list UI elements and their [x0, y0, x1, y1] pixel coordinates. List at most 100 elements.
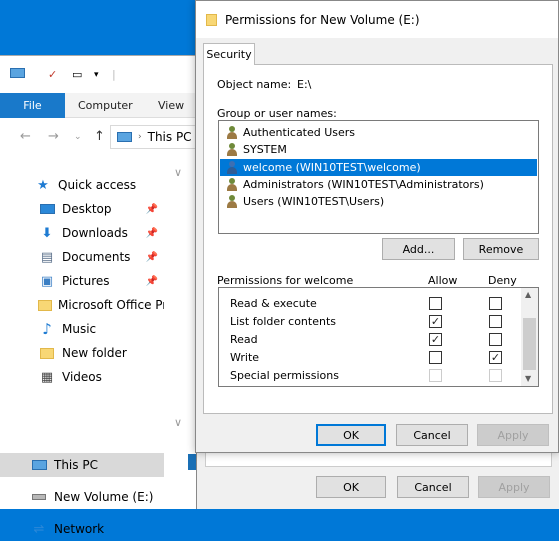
ok-button[interactable]: OK: [316, 424, 386, 446]
permission-row: Read & execute: [219, 295, 519, 313]
group-names-label: Group or user names:: [217, 107, 337, 120]
address-row: ← → ⌄ ↑ › This PC: [0, 118, 200, 154]
up-arrow-icon[interactable]: ↑: [94, 129, 105, 144]
back-ok-button[interactable]: OK: [316, 476, 386, 498]
group-users-icon: [226, 195, 240, 208]
nav-item-pictures[interactable]: ▣ Pictures 📌: [0, 269, 164, 293]
recent-locations-icon[interactable]: ⌄: [74, 132, 82, 142]
deny-column-header: Deny: [488, 274, 517, 287]
nav-item-network[interactable]: ⇌ Network: [0, 517, 164, 541]
breadcrumb-chevron-icon: ›: [138, 132, 142, 142]
permissions-for-label: Permissions for welcome: [217, 274, 354, 287]
pin-icon[interactable]: 📌: [146, 204, 158, 215]
properties-dialog-behind: OK Cancel Apply: [196, 445, 559, 509]
dialog-title: Permissions for New Volume (E:): [225, 12, 420, 27]
group-users-icon: [226, 178, 240, 191]
music-icon: ♪: [42, 320, 52, 338]
pin-icon[interactable]: 📌: [146, 252, 158, 263]
toolbar-separator: |: [112, 68, 116, 81]
download-icon: ⬇: [41, 225, 53, 241]
allow-column-header: Allow: [428, 274, 458, 287]
permission-row: List folder contents ✓: [219, 313, 519, 331]
deny-checkbox-disabled: [489, 369, 502, 382]
nav-item-downloads[interactable]: ⬇ Downloads 📌: [0, 221, 164, 245]
forward-arrow-icon[interactable]: →: [48, 129, 59, 144]
object-name-value: E:\: [297, 78, 312, 91]
pin-icon[interactable]: 📌: [146, 228, 158, 239]
tab-security[interactable]: Security: [203, 43, 255, 65]
permission-row: Read ✓: [219, 331, 519, 349]
address-text: This PC: [147, 130, 192, 144]
group-users-icon: [226, 126, 240, 139]
allow-checkbox-disabled: [429, 369, 442, 382]
pin-icon[interactable]: 📌: [146, 276, 158, 287]
folder-icon: [38, 345, 56, 361]
group-users-icon: [226, 143, 240, 156]
tab-file[interactable]: File: [0, 93, 65, 118]
scroll-up-icon[interactable]: ▲: [525, 290, 531, 299]
back-cancel-button[interactable]: Cancel: [397, 476, 469, 498]
deny-checkbox[interactable]: [489, 297, 502, 310]
scroll-thumb[interactable]: [523, 318, 536, 370]
documents-icon: ▤: [40, 249, 54, 265]
nav-item-quick-access[interactable]: ★ Quick access: [0, 173, 164, 197]
folders-group-chevron-icon[interactable]: ∨: [174, 166, 182, 179]
drive-icon[interactable]: [188, 454, 196, 470]
address-bar[interactable]: › This PC: [110, 125, 200, 149]
dialog-titlebar[interactable]: Permissions for New Volume (E:): [196, 1, 558, 38]
deny-checkbox[interactable]: [489, 333, 502, 346]
nav-item-new-folder[interactable]: New folder: [0, 341, 164, 365]
computer-icon[interactable]: [10, 68, 25, 81]
folder-icon: [38, 297, 52, 313]
nav-item-microsoft-office[interactable]: Microsoft Office Pro: [0, 293, 164, 317]
ribbon: File Computer View: [0, 93, 200, 118]
tab-view[interactable]: View: [158, 99, 184, 112]
permissions-scrollbar[interactable]: ▲ ▼: [521, 288, 538, 386]
quick-access-toolbar: ✓ ▭ ▾ |: [8, 56, 200, 93]
nav-item-videos[interactable]: ▦ Videos: [0, 365, 164, 389]
file-explorer-window: ✓ ▭ ▾ | File Computer View ← → ⌄ ↑ › Thi…: [0, 55, 200, 537]
devices-group-chevron-icon[interactable]: ∨: [174, 416, 182, 429]
cancel-button[interactable]: Cancel: [396, 424, 468, 446]
list-item[interactable]: Authenticated Users: [220, 124, 537, 141]
permission-row: Write ✓: [230, 351, 502, 364]
nav-item-documents[interactable]: ▤ Documents 📌: [0, 245, 164, 269]
permission-row: Special permissions: [219, 367, 519, 385]
desktop-icon: [38, 201, 56, 217]
new-folder-icon[interactable]: ▭: [72, 68, 82, 81]
pictures-icon: ▣: [40, 273, 54, 289]
list-item[interactable]: Users (WIN10TEST\Users): [220, 193, 537, 210]
object-name-label: Object name:: [217, 78, 292, 91]
nav-item-this-pc[interactable]: This PC: [0, 453, 164, 477]
back-apply-button[interactable]: Apply: [478, 476, 550, 498]
security-tab-panel: Object name: E:\ Group or user names: Au…: [203, 64, 553, 414]
star-icon: ★: [37, 177, 49, 193]
allow-checkbox[interactable]: ✓: [429, 315, 442, 328]
permissions-dialog: Permissions for New Volume (E:) Security…: [195, 0, 559, 453]
deny-checkbox[interactable]: [489, 315, 502, 328]
list-item[interactable]: Administrators (WIN10TEST\Administrators…: [220, 176, 537, 193]
videos-icon: ▦: [40, 369, 54, 385]
scroll-down-icon[interactable]: ▼: [525, 374, 531, 383]
customize-toolbar-icon[interactable]: ▾: [94, 70, 99, 80]
drive-icon: [30, 489, 48, 505]
permissions-list[interactable]: Read & execute List folder contents ✓ Re…: [218, 287, 539, 387]
tab-computer[interactable]: Computer: [78, 99, 133, 112]
computer-icon: [117, 132, 132, 142]
group-user-list[interactable]: Authenticated Users SYSTEM welcome (WIN1…: [218, 120, 539, 234]
allow-checkbox[interactable]: ✓: [429, 333, 442, 346]
user-icon: [226, 161, 240, 174]
back-arrow-icon[interactable]: ←: [20, 129, 31, 144]
nav-item-music[interactable]: ♪ Music: [0, 317, 164, 341]
properties-icon[interactable]: ✓: [48, 68, 57, 81]
nav-item-desktop[interactable]: Desktop 📌: [0, 197, 164, 221]
apply-button[interactable]: Apply: [477, 424, 549, 446]
list-item-selected[interactable]: welcome (WIN10TEST\welcome): [220, 159, 537, 176]
allow-checkbox[interactable]: [429, 351, 442, 364]
list-item[interactable]: SYSTEM: [220, 141, 537, 158]
remove-button[interactable]: Remove: [463, 238, 539, 260]
add-button[interactable]: Add...: [382, 238, 455, 260]
allow-checkbox[interactable]: [429, 297, 442, 310]
nav-item-new-volume[interactable]: New Volume (E:): [0, 485, 164, 509]
deny-checkbox[interactable]: ✓: [489, 351, 502, 364]
